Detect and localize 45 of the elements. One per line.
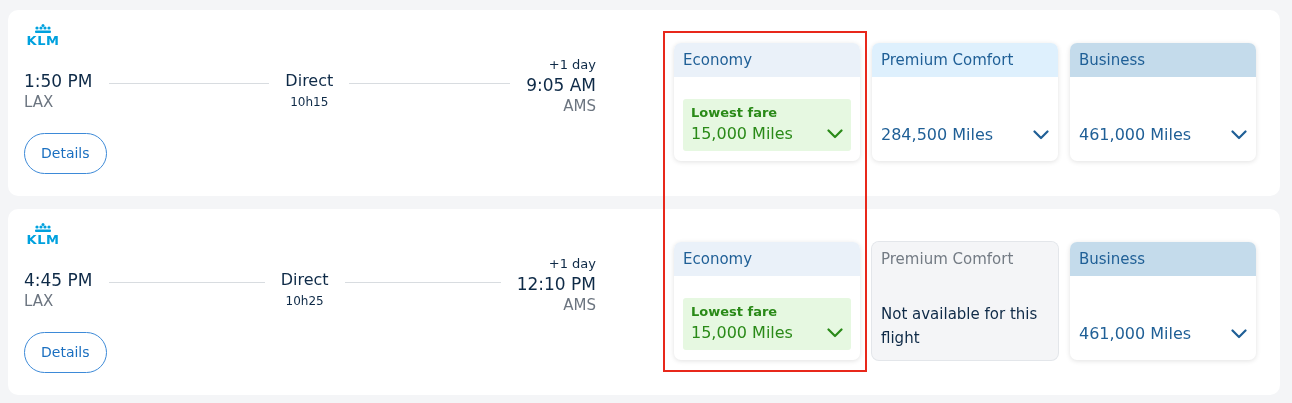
airline-logo-text: KLM — [26, 34, 60, 47]
stops-label: Direct — [284, 70, 335, 92]
chevron-down-icon — [1033, 130, 1049, 140]
chevron-down-icon — [827, 129, 843, 139]
price-miles: 15,000 Miles — [691, 123, 793, 145]
cabin-header: Business — [1070, 242, 1256, 276]
flight-duration: 10h15 — [289, 94, 330, 111]
chevron-down-icon — [827, 328, 843, 338]
day-offset: +1 day — [547, 255, 596, 273]
fare-card[interactable]: Premium Comfort 284,500 Miles — [872, 43, 1058, 161]
lowest-fare-option[interactable]: Lowest fare 15,000 Miles — [683, 297, 851, 350]
departure-time: 1:50 PM — [24, 71, 93, 92]
departure-airport: LAX — [24, 92, 55, 114]
day-offset: +1 day — [547, 56, 596, 74]
fare-card[interactable]: Economy Lowest fare 15,000 Miles — [674, 43, 860, 161]
departure-airport: LAX — [24, 291, 55, 313]
fare-card[interactable]: Business 461,000 Miles — [1070, 242, 1256, 360]
lowest-fare-option[interactable]: Lowest fare 15,000 Miles — [683, 98, 851, 151]
arrival-time: 12:10 PM — [516, 273, 596, 294]
unavailable-message: Not available for this flight — [881, 304, 1039, 349]
crown-icon — [32, 223, 54, 233]
chevron-down-icon — [1231, 329, 1247, 339]
flight-duration: 10h25 — [284, 293, 325, 310]
chevron-down-icon — [1231, 130, 1247, 140]
cabin-header: Economy — [674, 242, 860, 276]
lowest-fare-label: Lowest fare — [691, 103, 779, 122]
fare-card[interactable]: Economy Lowest fare 15,000 Miles — [674, 242, 860, 360]
price-miles: 461,000 Miles — [1079, 323, 1192, 345]
price-miles: 461,000 Miles — [1079, 124, 1192, 146]
cabin-header: Premium Comfort — [872, 43, 1058, 77]
cabin-header: Economy — [674, 43, 860, 77]
details-button[interactable]: Details — [24, 332, 107, 374]
fare-card[interactable]: Business 461,000 Miles — [1070, 43, 1256, 161]
lowest-fare-label: Lowest fare — [691, 302, 779, 321]
crown-icon — [32, 24, 54, 34]
price-miles: 284,500 Miles — [881, 124, 994, 146]
stops-label: Direct — [279, 269, 330, 291]
price-miles: 15,000 Miles — [691, 322, 793, 344]
arrival-airport: AMS — [562, 95, 596, 117]
departure-time: 4:45 PM — [24, 270, 93, 291]
arrival-time: 9:05 AM — [526, 74, 596, 95]
details-button[interactable]: Details — [24, 133, 107, 175]
arrival-airport: AMS — [562, 294, 596, 316]
cabin-header: Business — [1070, 43, 1256, 77]
airline-logo-text: KLM — [26, 233, 60, 246]
